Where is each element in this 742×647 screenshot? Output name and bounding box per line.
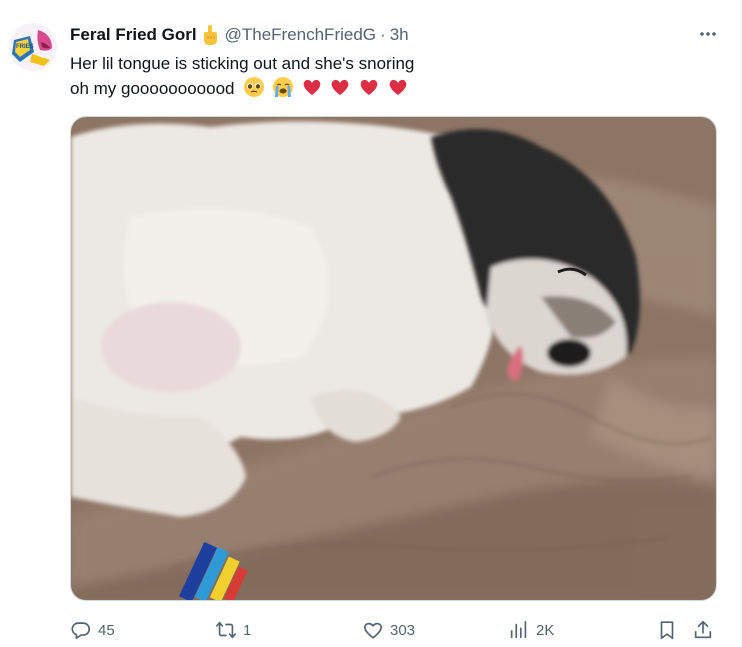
red-heart-emoji bbox=[332, 79, 349, 95]
sleeping-puppy-photo bbox=[71, 117, 716, 600]
repost-icon bbox=[216, 621, 236, 639]
share-icon bbox=[694, 620, 712, 639]
svg-text:FRIES: FRIES bbox=[16, 44, 34, 50]
separator-dot: · bbox=[380, 25, 386, 44]
like-count: 303 bbox=[390, 621, 416, 639]
red-heart-emoji bbox=[303, 79, 321, 95]
tweet-actions-bar: 45 1 303 2K bbox=[70, 616, 722, 644]
more-dots-icon bbox=[700, 32, 716, 36]
tweet-media-photo[interactable] bbox=[70, 116, 717, 601]
tweet-text-line-1: Her lil tongue is sticking out and she's… bbox=[70, 54, 415, 73]
tweet-text: Her lil tongue is sticking out and she's… bbox=[70, 51, 710, 101]
red-heart-emoji bbox=[360, 79, 378, 95]
author-name[interactable]: Feral Fried Gorl bbox=[70, 24, 197, 46]
author-handle[interactable]: @TheFrenchFriedG bbox=[225, 24, 376, 46]
analytics-icon bbox=[510, 620, 527, 639]
tweet-emojis bbox=[243, 77, 411, 98]
bookmark-icon bbox=[660, 621, 674, 640]
tweet-timestamp[interactable]: 3h bbox=[390, 24, 409, 46]
tweet-text-line-2-container: oh my gooooooooood bbox=[70, 76, 710, 101]
tweet-text-line-2: oh my gooooooooood bbox=[70, 79, 235, 98]
views-button[interactable]: 2K bbox=[508, 616, 554, 644]
reply-count: 45 bbox=[98, 621, 115, 639]
avatar-image: FRIES bbox=[8, 22, 58, 72]
pleading-face-emoji bbox=[244, 77, 265, 97]
loudly-crying-face-emoji bbox=[272, 77, 293, 97]
view-count: 2K bbox=[536, 621, 555, 639]
reply-icon bbox=[71, 622, 91, 640]
author-avatar[interactable]: FRIES bbox=[8, 22, 58, 72]
more-options-button[interactable] bbox=[698, 24, 718, 44]
red-heart-emoji bbox=[389, 79, 407, 95]
share-button[interactable] bbox=[692, 616, 714, 644]
heart-icon bbox=[364, 622, 382, 639]
bookmark-button[interactable] bbox=[656, 616, 678, 644]
repost-button[interactable]: 1 bbox=[215, 616, 251, 644]
reply-button[interactable]: 45 bbox=[70, 616, 115, 644]
repost-count: 1 bbox=[243, 621, 252, 639]
like-button[interactable]: 303 bbox=[362, 616, 415, 644]
finger-emoji-badge bbox=[200, 24, 220, 46]
tweet-header: Feral Fried Gorl @TheFrenchFriedG · 3h bbox=[70, 24, 409, 46]
